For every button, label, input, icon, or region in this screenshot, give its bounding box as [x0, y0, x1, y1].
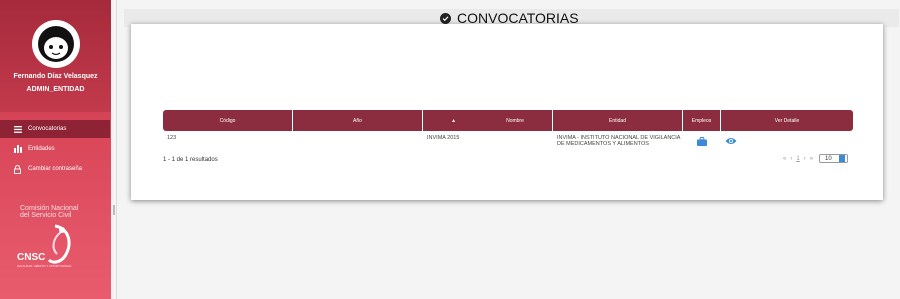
sidebar: Fernando Díaz Velasquez ADMIN_ENTIDAD Co… — [0, 0, 111, 299]
sidebar-item-label: Cambiar contraseña — [28, 166, 83, 172]
sidebar-menu: Convocatorias Entidades Cambiar contrase… — [0, 120, 111, 178]
pagination: « ‹ 1 › » 10 — [781, 154, 848, 163]
column-label: Ver Detalle — [774, 117, 800, 124]
user-name: Fernando Díaz Velasquez — [13, 73, 98, 80]
column-label: Empleos — [691, 117, 712, 124]
column-label: Código — [219, 117, 236, 124]
building-icon — [13, 145, 22, 154]
cell-anio — [293, 135, 423, 147]
last-page-button[interactable]: » — [810, 156, 813, 162]
brand-line: Comisión Nacional — [20, 205, 79, 212]
lock-icon — [13, 164, 22, 174]
column-header-codigo[interactable]: Código — [163, 110, 293, 131]
column-label: Nombre — [506, 117, 524, 124]
list-icon — [13, 125, 22, 134]
sidebar-item-label: Entidades — [28, 146, 55, 152]
cell-codigo: 123 — [167, 135, 177, 141]
convocatorias-table: Código Año ▲ Nombre Entidad Empleos Ver … — [163, 110, 853, 147]
chevron-down-icon — [838, 155, 845, 162]
page-size-select[interactable]: 10 — [819, 154, 848, 163]
avatar — [31, 20, 80, 68]
sidebar-item-convocatorias[interactable]: Convocatorias — [0, 120, 110, 138]
cell-entidad: INVIMA - INSTITUTO NACIONAL DE VIGILANCI… — [557, 135, 681, 147]
prev-page-button[interactable]: ‹ — [790, 156, 792, 162]
brand-line: del Servicio Civil — [20, 212, 72, 219]
brand-name: Comisión Nacional del Servicio Civil — [20, 205, 78, 219]
user-role: ADMIN_ENTIDAD — [26, 86, 85, 93]
briefcase-icon[interactable] — [697, 137, 707, 146]
first-page-button[interactable]: « — [783, 156, 786, 162]
sidebar-item-entidades[interactable]: Entidades — [0, 140, 111, 158]
results-count: 1 - 1 de 1 resultados — [163, 157, 218, 163]
column-header-nombre[interactable]: ▲ Nombre — [423, 110, 553, 131]
user-avatar-icon — [37, 26, 74, 62]
results-card: Código Año ▲ Nombre Entidad Empleos Ver … — [131, 24, 883, 200]
sidebar-resize-handle[interactable] — [113, 205, 115, 215]
eye-icon[interactable] — [725, 137, 737, 145]
cell-nombre: INVIMA 2015 — [427, 135, 460, 141]
page-size-value: 10 — [825, 155, 832, 162]
table-row: 123 INVIMA 2015 INVIMA - INSTITUTO NACIO… — [163, 131, 853, 147]
table-header: Código Año ▲ Nombre Entidad Empleos Ver … — [163, 110, 853, 131]
sidebar-item-label: Convocatorias — [28, 126, 67, 132]
sidebar-item-cambiar-contrasena[interactable]: Cambiar contraseña — [0, 160, 111, 178]
divider — [116, 0, 117, 299]
column-label: Año — [353, 117, 362, 124]
page-number-button[interactable]: 1 — [796, 156, 799, 162]
cell-empleos — [683, 135, 721, 147]
column-header-anio[interactable]: Año — [293, 110, 423, 131]
brand-slogan: IGUALDAD, MÉRITO Y OPORTUNIDAD — [17, 264, 72, 268]
column-header-ver-detalle[interactable]: Ver Detalle — [721, 110, 853, 131]
brand-acronym: CNSC — [17, 252, 46, 263]
user-panel: Fernando Díaz Velasquez ADMIN_ENTIDAD — [0, 0, 111, 112]
column-label: Entidad — [609, 117, 626, 124]
column-header-entidad[interactable]: Entidad — [553, 110, 683, 131]
next-page-button[interactable]: › — [804, 156, 806, 162]
check-circle-icon — [440, 12, 451, 24]
cell-ver-detalle — [721, 135, 853, 147]
column-header-empleos[interactable]: Empleos — [683, 110, 721, 131]
sort-asc-icon: ▲ — [451, 117, 457, 124]
